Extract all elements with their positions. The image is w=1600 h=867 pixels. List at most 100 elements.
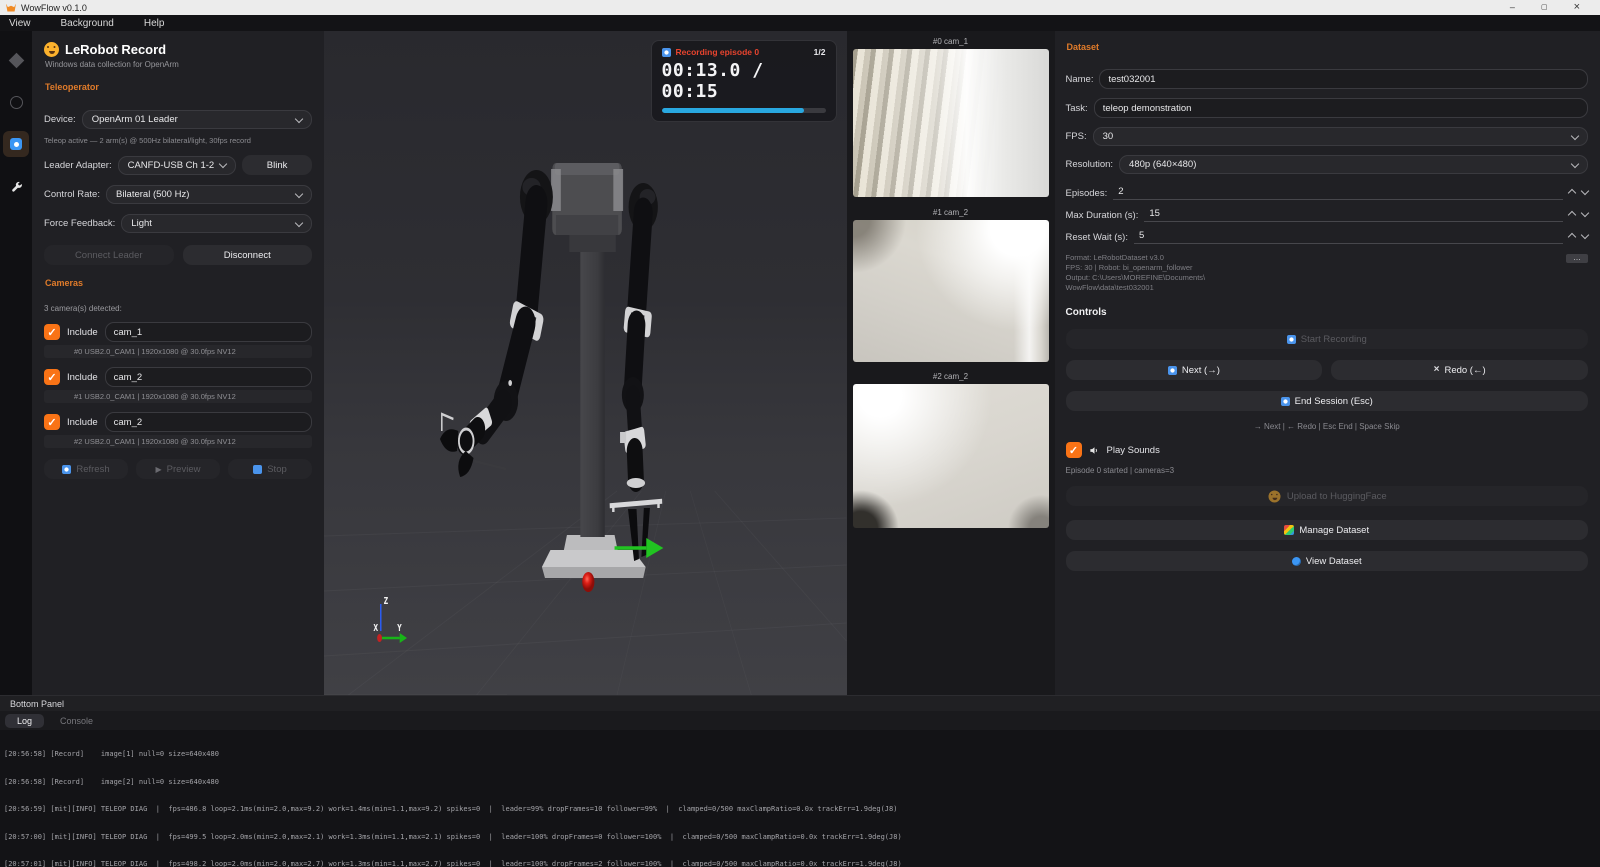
end-session-button[interactable]: End Session (Esc) xyxy=(1066,391,1589,411)
log-line: [20:57:00] [mit][INFO] TELEOP DIAG | fps… xyxy=(4,833,1600,842)
resolution-dropdown[interactable]: 480p (640×480) xyxy=(1119,155,1588,174)
episodes-input[interactable] xyxy=(1113,186,1563,200)
dataset-name-input[interactable] xyxy=(1099,69,1588,89)
nav-circle-button[interactable] xyxy=(3,89,29,115)
chevron-down-icon xyxy=(295,189,303,197)
control-rate-dropdown[interactable]: Bilateral (500 Hz) xyxy=(106,185,312,204)
tab-console[interactable]: Console xyxy=(48,714,105,728)
camera-row-2: ✓ Include #2 USB2.0_CAM1 | 1920x1080 @ 3… xyxy=(44,412,312,448)
force-feedback-dropdown[interactable]: Light xyxy=(121,214,312,233)
chevron-down-icon xyxy=(1571,131,1579,139)
chevron-down-icon xyxy=(1581,187,1589,195)
record-icon xyxy=(1287,335,1296,344)
start-recording-button[interactable]: Start Recording xyxy=(1066,329,1589,349)
log-line: [20:57:01] [mit][INFO] TELEOP DIAG | fps… xyxy=(4,860,1600,867)
stop-button[interactable]: Stop xyxy=(228,459,312,479)
view-dataset-button[interactable]: View Dataset xyxy=(1066,551,1589,571)
tab-log[interactable]: Log xyxy=(5,714,44,728)
camera-1-preview xyxy=(853,220,1049,362)
disconnect-button[interactable]: Disconnect xyxy=(183,245,313,265)
shortcuts-hint: → Next | ← Redo | Esc End | Space Skip xyxy=(1066,422,1589,431)
camera-name-input[interactable] xyxy=(105,412,312,432)
episodes-stepper[interactable] xyxy=(1569,190,1588,196)
log-line: [20:56:58] [Record] image[2] null=0 size… xyxy=(4,778,1600,787)
teleoperator-section-label: Teleoperator xyxy=(45,82,312,92)
camera-name-input[interactable] xyxy=(105,367,312,387)
include-checkbox[interactable]: ✓ xyxy=(44,369,60,385)
axis-y-label: Y xyxy=(397,621,403,633)
camera-name-input[interactable] xyxy=(105,322,312,342)
log-line: [20:56:58] [Record] image[1] null=0 size… xyxy=(4,750,1600,759)
wrench-icon xyxy=(10,180,23,193)
close-button[interactable]: × xyxy=(1574,3,1580,12)
menu-background[interactable]: Background xyxy=(46,18,129,29)
device-dropdown[interactable]: OpenArm 01 Leader xyxy=(82,110,312,129)
bottom-panel-header[interactable]: Bottom Panel xyxy=(0,695,1600,711)
nav-record-button[interactable] xyxy=(3,131,29,157)
chevron-down-icon xyxy=(1581,209,1589,217)
nav-tools-button[interactable] xyxy=(3,173,29,199)
refresh-icon xyxy=(62,465,71,474)
robot-scene: Z X Y xyxy=(324,31,847,695)
bottom-panel: Bottom Panel Log Console [20:56:58] [Rec… xyxy=(0,695,1600,867)
include-label: Include xyxy=(67,417,98,428)
menubar: View Background Help xyxy=(0,15,1600,31)
fps-label: FPS: xyxy=(1066,131,1087,142)
browse-output-button[interactable]: … xyxy=(1566,254,1588,263)
speaker-icon xyxy=(1089,445,1100,456)
log-output[interactable]: [20:56:58] [Record] image[1] null=0 size… xyxy=(0,730,1600,867)
preview-button[interactable]: ▶ Preview xyxy=(136,459,220,479)
include-checkbox[interactable]: ✓ xyxy=(44,324,60,340)
huggingface-icon xyxy=(44,42,59,57)
camera-0-preview xyxy=(853,49,1049,197)
upload-huggingface-button[interactable]: Upload to HuggingFace xyxy=(1066,486,1589,506)
dataset-fps-robot-text: FPS: 30 | Robot: bi_openarm_follower xyxy=(1066,263,1589,273)
target-ball xyxy=(582,572,594,592)
axis-z-label: Z xyxy=(384,594,388,606)
dataset-section-label: Dataset xyxy=(1067,42,1589,52)
manage-dataset-button[interactable]: Manage Dataset xyxy=(1066,520,1589,540)
circle-icon xyxy=(10,96,23,109)
task-input[interactable] xyxy=(1094,98,1588,118)
episode-counter: 1/2 xyxy=(814,47,826,57)
dataset-output-text: Output: C:\Users\MOREFINE\Documents\ xyxy=(1066,273,1589,283)
include-label: Include xyxy=(67,327,98,338)
camera-2-preview xyxy=(853,384,1049,528)
robot-right-arm xyxy=(610,183,663,561)
maximize-button[interactable]: ▢ xyxy=(1541,3,1548,12)
camera-info-text: #2 USB2.0_CAM1 | 1920x1080 @ 30.0fps NV1… xyxy=(44,435,312,448)
fps-dropdown[interactable]: 30 xyxy=(1093,127,1588,146)
cameras-section-label: Cameras xyxy=(45,278,312,288)
redo-button[interactable]: × Redo (←) xyxy=(1331,360,1588,380)
chevron-down-icon xyxy=(1581,231,1589,239)
recording-overlay: Recording episode 0 1/2 00:13.0 / 00:15 xyxy=(651,40,837,122)
app-logo-icon xyxy=(6,4,16,12)
dataset-panel: Dataset Name: Task: FPS: 30 Resolution: … xyxy=(1055,31,1600,695)
cameras-detected-text: 3 camera(s) detected: xyxy=(44,304,312,313)
play-sounds-checkbox[interactable]: ✓ xyxy=(1066,442,1082,458)
next-button[interactable]: Next (→) xyxy=(1066,360,1323,380)
refresh-button[interactable]: Refresh xyxy=(44,459,128,479)
reset-wait-input[interactable] xyxy=(1134,230,1563,244)
menu-view[interactable]: View xyxy=(0,18,46,29)
end-session-icon xyxy=(1281,397,1290,406)
camera-thumbnails-column: #0 cam_1 #1 cam_2 #2 cam_2 xyxy=(847,31,1055,695)
connect-leader-button[interactable]: Connect Leader xyxy=(44,245,174,265)
include-checkbox[interactable]: ✓ xyxy=(44,414,60,430)
camera-row-0: ✓ Include #0 USB2.0_CAM1 | 1920x1080 @ 3… xyxy=(44,322,312,358)
max-duration-input[interactable] xyxy=(1144,208,1563,222)
recording-status: Recording episode 0 xyxy=(676,47,809,57)
3d-viewport[interactable]: Z X Y Recording episode 0 1/2 00:13.0 / … xyxy=(324,31,847,695)
dataset-format-text: Format: LeRobotDataset v3.0 xyxy=(1066,253,1589,263)
thumbnail-label: #2 cam_2 xyxy=(853,372,1049,381)
reset-wait-label: Reset Wait (s): xyxy=(1066,232,1128,243)
camera-info-text: #0 USB2.0_CAM1 | 1920x1080 @ 30.0fps NV1… xyxy=(44,345,312,358)
panel-title: LeRobot Record xyxy=(65,42,166,57)
menu-help[interactable]: Help xyxy=(129,18,180,29)
minimize-button[interactable]: – xyxy=(1510,3,1515,12)
leader-adapter-dropdown[interactable]: CANFD-USB Ch 1-2 xyxy=(118,156,237,175)
max-duration-stepper[interactable] xyxy=(1569,212,1588,218)
blink-button[interactable]: Blink xyxy=(242,155,312,175)
nav-diamond-button[interactable] xyxy=(3,47,29,73)
reset-wait-stepper[interactable] xyxy=(1569,234,1588,240)
